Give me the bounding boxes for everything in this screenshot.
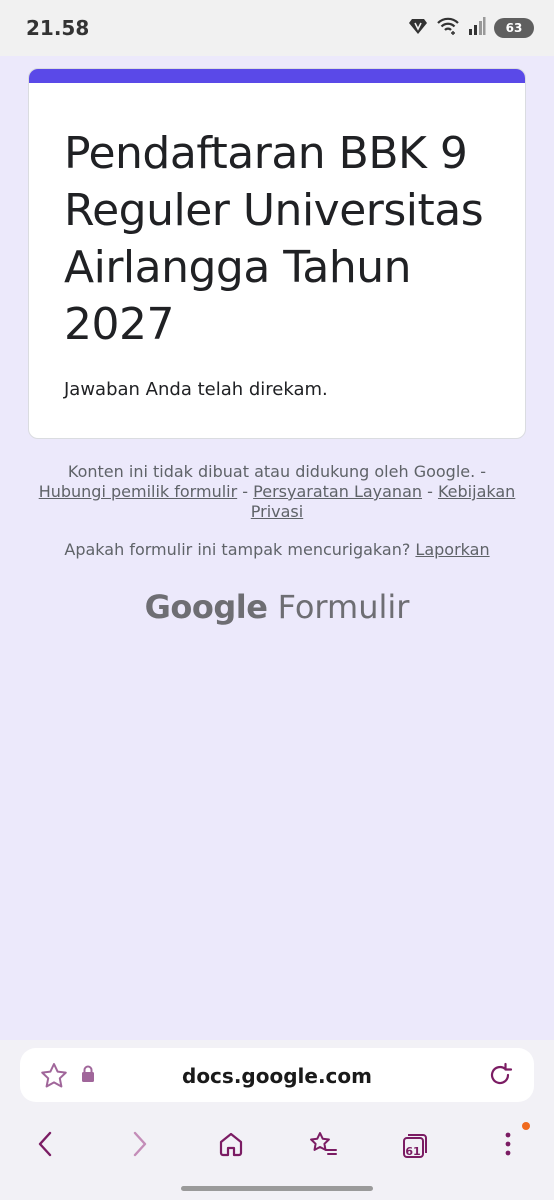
url-text[interactable]: docs.google.com xyxy=(20,1064,534,1088)
status-bar: 21.58 63 xyxy=(0,0,554,56)
home-indicator[interactable] xyxy=(181,1186,373,1191)
status-icons: 63 xyxy=(408,14,534,42)
contact-owner-link[interactable]: Hubungi pemilik formulir xyxy=(39,482,237,501)
reload-icon[interactable] xyxy=(486,1061,514,1094)
confirmation-message: Jawaban Anda telah direkam. xyxy=(64,379,328,400)
battery-icon: 63 xyxy=(494,18,534,38)
back-button[interactable] xyxy=(21,1122,69,1170)
status-time: 21.58 xyxy=(26,16,90,40)
google-wordmark: Google xyxy=(144,588,268,626)
form-card: Pendaftaran BBK 9 Reguler Universitas Ai… xyxy=(28,68,526,439)
signal-icon xyxy=(468,16,486,40)
tabs-button[interactable]: 61 xyxy=(391,1122,439,1170)
terms-link[interactable]: Persyaratan Layanan xyxy=(253,482,422,501)
report-link[interactable]: Laporkan xyxy=(415,540,489,559)
disclaimer-text: Konten ini tidak dibuat atau didukung ol… xyxy=(67,462,476,481)
notification-dot xyxy=(522,1122,530,1130)
report-question: Apakah formulir ini tampak mencurigakan? xyxy=(64,540,411,559)
vpn-diamond-icon xyxy=(408,17,428,40)
home-icon xyxy=(217,1130,245,1163)
google-forms-logo: Google Formulir xyxy=(0,588,554,626)
form-accent-bar xyxy=(29,69,525,83)
wifi-icon xyxy=(436,16,460,41)
address-bar[interactable]: docs.google.com xyxy=(20,1048,534,1102)
footer-disclaimer: Konten ini tidak dibuat atau didukung ol… xyxy=(28,462,526,522)
form-title: Pendaftaran BBK 9 Reguler Universitas Ai… xyxy=(64,128,484,350)
chevron-right-icon xyxy=(130,1130,150,1163)
home-button[interactable] xyxy=(207,1122,255,1170)
separator: - xyxy=(242,482,249,501)
forms-wordmark: Formulir xyxy=(277,588,410,626)
chevron-left-icon xyxy=(35,1130,55,1163)
bookmarks-button[interactable] xyxy=(299,1122,347,1170)
forward-button[interactable] xyxy=(116,1122,164,1170)
star-list-icon xyxy=(308,1130,338,1163)
browser-nav-bar: 61 xyxy=(0,1122,554,1172)
battery-level: 63 xyxy=(505,21,523,35)
tab-count: 61 xyxy=(405,1144,421,1158)
more-vert-icon xyxy=(504,1130,512,1163)
report-line: Apakah formulir ini tampak mencurigakan?… xyxy=(28,540,526,559)
separator: - xyxy=(427,482,433,501)
separator: - xyxy=(480,462,487,481)
